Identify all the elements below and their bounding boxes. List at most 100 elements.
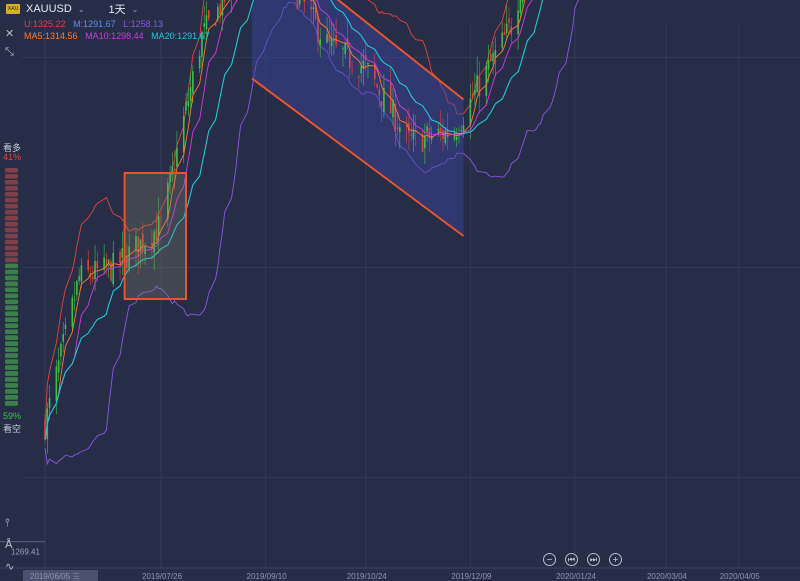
sentiment-bear-segment [5,263,18,269]
indicator-icon[interactable]: ⫯ [5,516,10,530]
sentiment-bull-segment [5,203,18,209]
candle-body [490,54,492,62]
sentiment-bull-segment [5,221,18,227]
bear-percent: 59% [3,411,22,421]
sentiment-bear-segment [5,329,18,334]
sentiment-bull-segment [5,239,18,245]
sentiment-bear-segment [5,281,18,287]
candle-body [426,126,428,132]
zoom-out-icon[interactable]: − [543,553,556,566]
close-icon[interactable]: ✕ [5,27,14,40]
candle-body [48,397,51,408]
ma5-value: MA5:1314.56 [24,31,78,41]
candle-body [380,101,383,107]
candle-body [421,134,424,152]
sentiment-bull-segment [5,209,18,215]
candle-body [474,89,476,95]
candle-body [55,366,58,402]
sentiment-bear-segment [5,287,18,293]
sentiment-bull-segment [5,197,18,203]
candle-body [351,69,353,71]
candle-body [189,87,192,101]
price-chart[interactable]: 1649.151269.41 2019/06/05 三2019/07/26201… [0,0,800,581]
candle-body [505,23,508,33]
candle-body [501,32,503,48]
candle-body [342,48,344,50]
candle-body [107,260,110,263]
chevron-down-icon[interactable]: ⌄ [132,5,139,14]
ma10-value: MA10:1298.44 [85,31,144,41]
draw-icon[interactable]: Å [5,538,13,551]
bull-percent: 41% [3,152,22,162]
sentiment-bear-segment [5,335,18,340]
low-price-label: 1269.41 [11,548,40,557]
collapse-icon[interactable]: ⤡ [5,45,14,59]
candle-body [198,55,201,69]
ma-readout: MA5:1314.56 MA10:1298.44 MA20:1291.67 [24,31,210,41]
sentiment-bear-segment [5,311,18,317]
step-back-icon[interactable]: ⏮ [565,553,578,566]
step-forward-icon[interactable]: ⏭ [587,553,600,566]
x-axis-tick-label: 2019/07/26 [142,572,183,581]
sentiment-bull-segment [5,191,18,197]
sentiment-bear-segment [5,353,18,358]
candle-body [503,31,506,35]
candle-body [485,65,488,96]
candle-body [476,75,478,93]
x-axis-tick-label: 2019/06/05 三 [30,572,80,581]
symbol-selector[interactable]: XAUUSD [26,3,72,15]
descending-channel [251,0,464,236]
candle-body [348,50,351,68]
sentiment-bear-segment [5,395,18,400]
candle-body [508,18,510,24]
xau-logo-icon: XAU [6,4,20,14]
candle-body [203,23,206,27]
candle-body [487,59,490,70]
sentiment-bear-segment [5,347,18,352]
x-axis-tick-label: 2020/04/05 [720,572,761,581]
sentiment-bear-segment [5,323,18,329]
sentiment-bull-segment [5,233,18,239]
candle-body [437,128,440,133]
consolidation-box-1 [123,172,188,300]
sentiment-bear-segment [5,341,18,346]
boll-lower-value: L:1258.13 [123,19,164,29]
sentiment-bull-segment [5,179,18,185]
x-axis: 2019/06/05 三 2019/07/26 2019/09/10 2019/10/… [0,567,800,581]
sentiment-bear-segment [5,389,18,394]
x-axis-tick-label: 2019/10/24 [347,572,388,581]
period-selector[interactable]: 1天 [109,1,126,17]
candle-body [412,129,415,140]
sentiment-bear-segment [5,365,18,370]
candle-body [376,83,378,88]
candle-body [96,260,99,269]
candle-body [57,360,60,373]
sentiment-bull-segment [5,257,18,263]
sentiment-bull-segment [5,215,18,221]
candle-body [60,343,62,357]
candle-body [62,334,64,342]
channel-fill [251,0,464,236]
candle-body [471,93,474,98]
sentiment-bull-segment [5,251,18,257]
sentiment-bear-segment [5,377,18,382]
ma20-value: MA20:1291.67 [151,31,210,41]
candle-body [330,39,333,47]
chevron-down-icon[interactable]: ⌄ [78,5,85,14]
candle-body [71,297,74,327]
candle-body [319,39,322,46]
candle-body [182,116,185,153]
sentiment-bear-segment [5,275,18,281]
sentiment-bear-segment [5,359,18,364]
zoom-in-icon[interactable]: + [609,553,622,566]
candle-body [112,252,115,285]
candle-body [176,148,178,167]
candle-body [378,89,381,96]
candle-body [80,265,83,282]
bear-label: 看空 [3,424,22,434]
candle-body [187,101,190,107]
sentiment-bear-segment [5,317,18,323]
candle-body [110,261,112,281]
boll-middle-value: M:1291.67 [73,19,116,29]
wave-icon[interactable]: ∿ [5,560,14,573]
